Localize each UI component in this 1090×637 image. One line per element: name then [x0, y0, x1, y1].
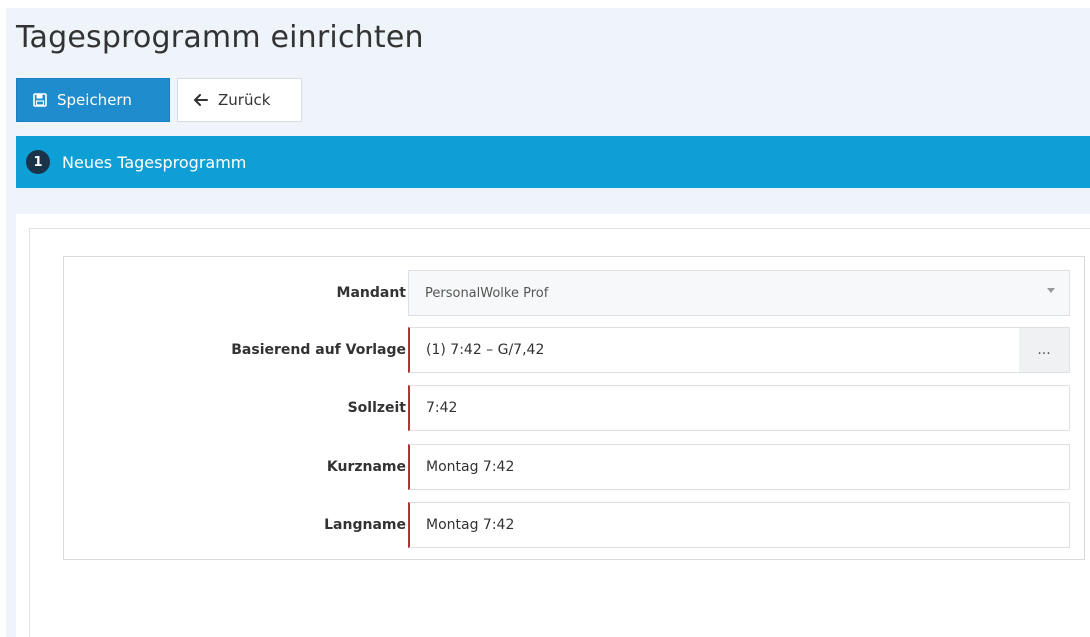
mandant-value: PersonalWolke Prof [425, 285, 549, 301]
page-title: Tagesprogramm einrichten [16, 20, 424, 55]
step-number-badge: 1 [26, 150, 50, 174]
form-row-sollzeit: Sollzeit 7:42 [64, 385, 1084, 431]
langname-label: Langname [324, 517, 406, 533]
floppy-disk-icon [33, 93, 47, 107]
form-row-langname: Langname Montag 7:42 [64, 502, 1084, 548]
kurzname-value: Montag 7:42 [426, 459, 515, 475]
step-header: 1 Neues Tagesprogramm [16, 136, 1090, 188]
form-row-vorlage: Basierend auf Vorlage (1) 7:42 – G/7,42 … [64, 327, 1084, 373]
chevron-down-icon [1047, 288, 1055, 293]
sollzeit-label: Sollzeit [347, 400, 406, 416]
form-row-kurzname: Kurzname Montag 7:42 [64, 444, 1084, 490]
sollzeit-value: 7:42 [426, 400, 458, 416]
vorlage-value: (1) 7:42 – G/7,42 [426, 342, 545, 358]
step-label: Neues Tagesprogramm [62, 152, 247, 172]
save-button-label: Speichern [57, 91, 132, 109]
vorlage-field[interactable]: (1) 7:42 – G/7,42 [408, 327, 1020, 373]
vorlage-label: Basierend auf Vorlage [231, 342, 406, 358]
vorlage-browse-button[interactable]: ... [1019, 327, 1070, 373]
sollzeit-field[interactable]: 7:42 [408, 385, 1070, 431]
kurzname-label: Kurzname [326, 459, 406, 475]
form-row-mandant: Mandant PersonalWolke Prof [64, 270, 1084, 316]
mandant-label: Mandant [336, 285, 406, 301]
save-button[interactable]: Speichern [16, 78, 170, 122]
back-button[interactable]: Zurück [177, 78, 302, 122]
form-box: Mandant PersonalWolke Prof Basierend auf… [63, 256, 1085, 560]
back-button-label: Zurück [218, 91, 271, 109]
kurzname-field[interactable]: Montag 7:42 [408, 444, 1070, 490]
mandant-select[interactable]: PersonalWolke Prof [408, 270, 1070, 316]
arrow-left-icon [194, 94, 208, 106]
langname-value: Montag 7:42 [426, 517, 515, 533]
langname-field[interactable]: Montag 7:42 [408, 502, 1070, 548]
